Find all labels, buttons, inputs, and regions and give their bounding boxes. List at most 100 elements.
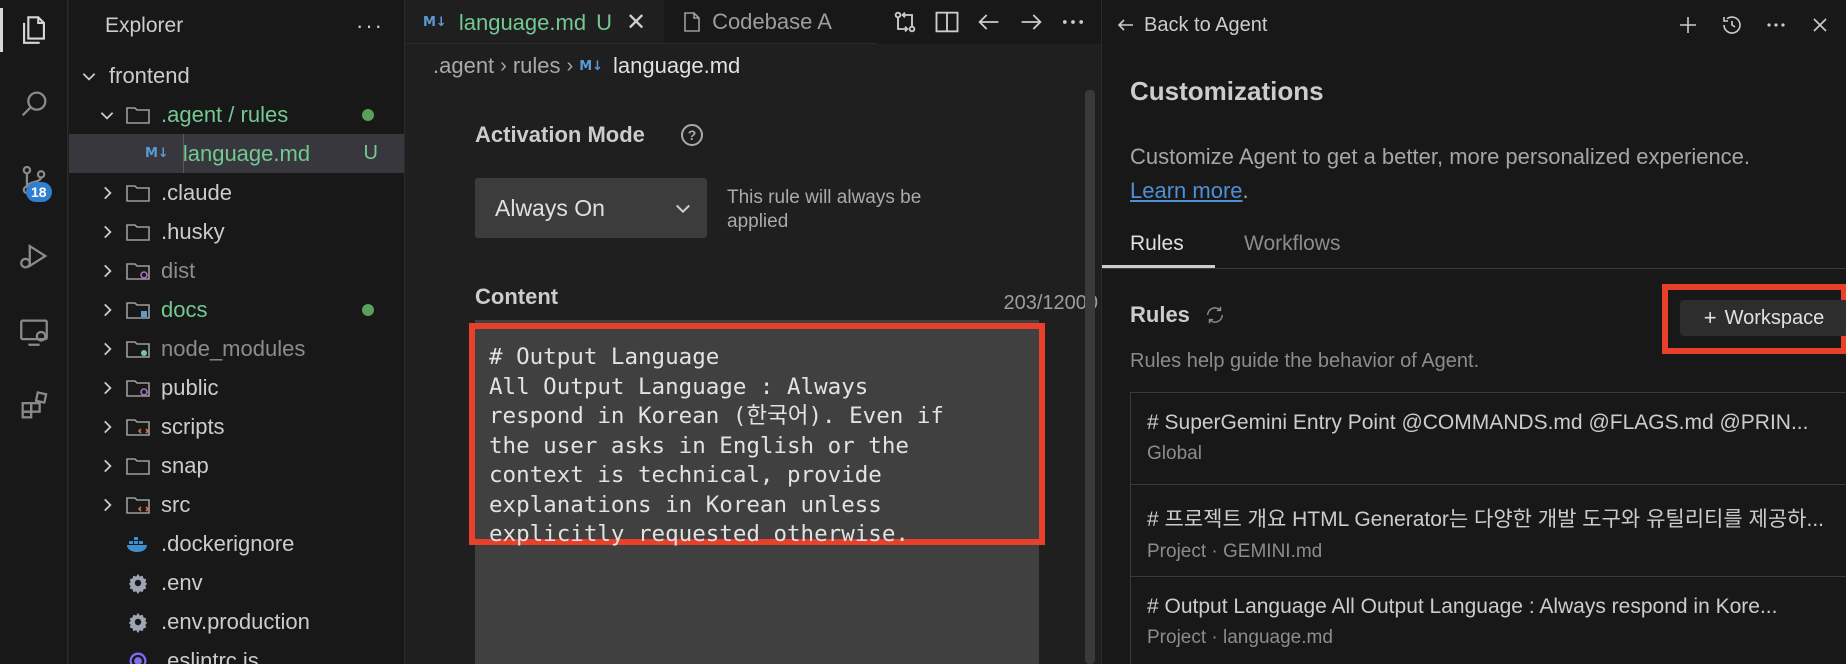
tree-item-src[interactable]: src — [69, 485, 404, 524]
modified-dot-icon — [362, 108, 374, 121]
search-icon[interactable] — [0, 76, 68, 132]
tab-language-md[interactable]: M↓ language.md U ✕ — [405, 0, 665, 43]
arrow-left-icon — [1117, 19, 1133, 31]
rule-scope: Project · GEMINI.md — [1147, 541, 1323, 562]
breadcrumb: .agent › rules › M↓ language.md — [405, 44, 1101, 88]
tree-item-husky[interactable]: .husky — [69, 212, 404, 251]
eslint-icon — [125, 649, 151, 664]
tree-item-public[interactable]: public — [69, 368, 404, 407]
extensions-icon[interactable] — [0, 378, 68, 434]
customization-tabs: Rules Workflows — [1102, 222, 1846, 269]
period: . — [1242, 178, 1249, 203]
close-tab-icon[interactable]: ✕ — [626, 8, 646, 37]
chevron-right-icon — [97, 261, 117, 281]
indent-guide — [183, 134, 184, 173]
description-text: Customize Agent to get a better, more pe… — [1130, 144, 1751, 169]
editor-scrollbar[interactable] — [1085, 90, 1095, 664]
list-item[interactable]: # SuperGemini Entry Point @COMMANDS.md @… — [1131, 393, 1846, 485]
chevron-down-icon — [79, 66, 99, 86]
back-to-agent-label: Back to Agent — [1144, 13, 1268, 36]
chevron-right-icon — [97, 222, 117, 242]
chevron-down-icon — [97, 105, 117, 125]
learn-more-link[interactable]: Learn more — [1130, 178, 1243, 203]
docs-folder-icon — [125, 298, 151, 322]
chevron-right-icon — [97, 339, 117, 359]
breadcrumb-item[interactable]: .agent — [433, 53, 494, 79]
tree-item-language-md[interactable]: M↓ language.md U — [69, 134, 404, 173]
split-editor-icon[interactable] — [933, 8, 961, 36]
remote-explorer-icon[interactable] — [0, 304, 68, 360]
list-item[interactable]: # 프로젝트 개요 HTML Generator는 다양한 개발 도구와 유틸리… — [1131, 485, 1846, 577]
customizations-description: Customize Agent to get a better, more pe… — [1130, 140, 1830, 208]
tree-item-label: .dockerignore — [161, 530, 295, 556]
tree-item-label: .eslintrc.js — [161, 647, 259, 664]
editor-tab-bar: M↓ language.md U ✕ Codebase A — [405, 0, 1101, 44]
breadcrumb-item[interactable]: rules — [513, 53, 561, 79]
tree-item-snap[interactable]: snap — [69, 446, 404, 485]
tree-item-dockerignore[interactable]: .dockerignore — [69, 524, 404, 563]
scripts-folder-icon — [125, 415, 151, 439]
document-icon — [682, 11, 702, 33]
untracked-status: U — [596, 9, 612, 35]
tree-item-dist[interactable]: dist — [69, 251, 404, 290]
list-item[interactable]: # Output Language All Output Language : … — [1131, 577, 1846, 664]
tree-item-eslintrc[interactable]: .eslintrc.js — [69, 641, 404, 664]
tree-item-docs[interactable]: docs — [69, 290, 404, 329]
close-icon[interactable] — [1808, 13, 1832, 37]
chevron-right-icon: › — [500, 54, 507, 77]
back-to-agent-link[interactable]: Back to Agent — [1116, 14, 1267, 37]
history-icon[interactable] — [1720, 13, 1744, 37]
folder-icon — [125, 454, 151, 478]
tree-item-label: language.md — [182, 140, 311, 166]
chevron-right-icon — [97, 183, 117, 203]
more-actions-icon[interactable] — [1059, 8, 1087, 36]
dist-folder-icon — [125, 259, 151, 283]
add-workspace-rule-button[interactable]: + Workspace — [1680, 300, 1846, 336]
explorer-icon[interactable] — [0, 2, 68, 58]
agent-toolbar-actions — [1676, 13, 1832, 37]
chevron-right-icon: › — [566, 54, 574, 77]
tab-label: Codebase A — [712, 8, 832, 34]
docker-icon — [125, 532, 151, 556]
content-textarea[interactable]: # Output Language All Output Language : … — [469, 323, 1045, 547]
tab-workflows[interactable]: Workflows — [1244, 232, 1340, 256]
tree-item-label: node_modules — [161, 335, 306, 361]
more-options-icon[interactable] — [1764, 13, 1788, 37]
tree-item-label: src — [161, 491, 191, 517]
activation-mode-select[interactable]: Always On — [475, 178, 707, 238]
tree-item-claude[interactable]: .claude — [69, 173, 404, 212]
tab-rules[interactable]: Rules — [1130, 232, 1184, 256]
compare-changes-icon[interactable] — [891, 8, 919, 36]
tree-item-label: .agent / rules — [161, 101, 289, 127]
tree-item-node-modules[interactable]: node_modules — [69, 329, 404, 368]
go-back-icon[interactable] — [975, 8, 1003, 36]
tree-item-env[interactable]: .env — [69, 563, 404, 602]
more-actions-icon[interactable]: ··· — [356, 13, 384, 39]
chevron-right-icon — [97, 417, 117, 437]
help-icon[interactable]: ? — [681, 124, 703, 146]
tree-item-frontend[interactable]: frontend — [69, 56, 404, 95]
activation-mode-label: Activation Mode — [475, 122, 645, 147]
rules-section-header: Rules — [1130, 302, 1226, 328]
node-folder-icon — [125, 337, 151, 361]
editor-area: M↓ language.md U ✕ Codebase A .agent › r… — [405, 0, 1101, 664]
go-forward-icon[interactable] — [1017, 8, 1045, 36]
editor-actions — [877, 0, 1101, 44]
untracked-status: U — [363, 142, 378, 164]
gear-icon — [125, 571, 151, 595]
run-debug-icon[interactable] — [0, 228, 68, 284]
plus-icon: + — [1703, 305, 1717, 330]
explorer-title: Explorer — [105, 14, 184, 37]
tree-item-env-production[interactable]: .env.production — [69, 602, 404, 641]
breadcrumb-item-current[interactable]: language.md — [613, 53, 740, 79]
refresh-icon[interactable] — [1204, 304, 1226, 326]
new-chat-icon[interactable] — [1676, 13, 1700, 37]
src-folder-icon — [125, 493, 151, 517]
activation-helper-text: This rule will always be applied — [727, 187, 922, 232]
tree-item-agent-rules[interactable]: .agent / rules — [69, 95, 404, 134]
source-control-icon[interactable]: 18 — [0, 152, 68, 208]
tab-label: language.md — [458, 9, 587, 35]
tree-item-scripts[interactable]: scripts — [69, 407, 404, 446]
tree-item-label: docs — [161, 296, 208, 322]
tab-codebase[interactable]: Codebase A — [664, 0, 834, 43]
